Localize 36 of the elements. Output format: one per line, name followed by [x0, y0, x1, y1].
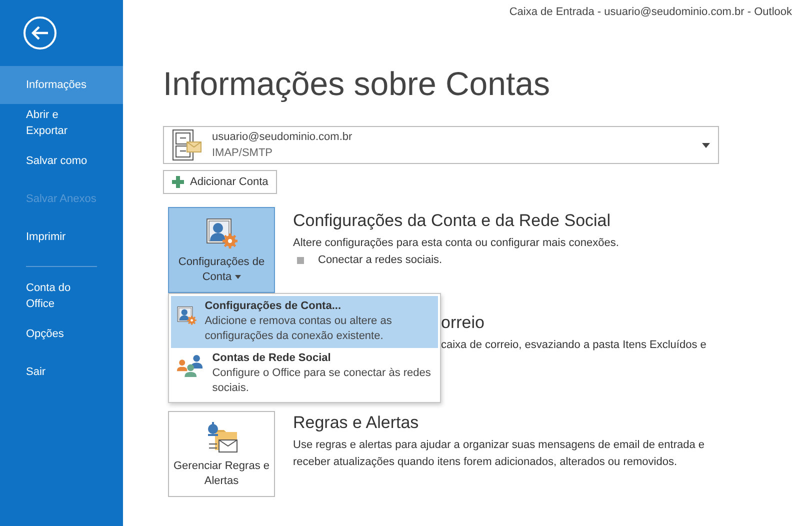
bullet-icon	[297, 256, 304, 264]
caret-icon	[234, 275, 241, 280]
caret-icon	[702, 142, 710, 148]
nav-item[interactable]: Abrir e Exportar	[0, 104, 123, 142]
bullet-link[interactable]: Conectar a redes sociais.	[318, 254, 442, 266]
add-account-button[interactable]: Adicionar Conta	[163, 170, 278, 194]
people-icon	[177, 352, 204, 380]
account-dropdown[interactable]: usuario@seudominio.com.br IMAP/SMTP	[163, 126, 719, 164]
menu-item-title: Contas de Rede Social	[212, 352, 332, 364]
menu-item-description: Adicione e remova contas ou altere as configurações da conexão existente.	[204, 314, 393, 344]
plus-icon	[172, 176, 184, 188]
section-title: Configurações da Conta e da Rede Social	[293, 211, 612, 231]
section-description: Altere configurações para esta conta ou configurar mais conexões.	[293, 236, 619, 251]
nav-item[interactable]: Opções	[0, 315, 123, 353]
section-description: caixa de correio, esvaziando a pasta Itens Excluídos e	[441, 338, 706, 353]
nav-item[interactable]: Informações	[0, 66, 123, 104]
nav-item[interactable]: Conta do Office	[0, 277, 123, 315]
section-button[interactable]: Gerenciar Regras e Alertas	[168, 411, 275, 497]
back-icon[interactable]	[23, 16, 57, 50]
section-description: Use regras e alertas para ajudar a organizar suas mensagens de email de entrada e receber atualizações quando itens forem adicionados, alterados ou removidos.	[293, 438, 706, 470]
window-title: Caixa de Entrada - usuario@seudominio.com.br - Outlook	[508, 5, 793, 20]
menu-item[interactable]: Contas de Rede Social Configure o Office para se conectar às redes sociais.	[171, 348, 438, 400]
section-title: orreio	[441, 313, 486, 333]
mailbox-icon	[172, 129, 202, 161]
nav-item[interactable]: Imprimir	[0, 218, 123, 256]
section-button[interactable]: Configurações de Conta	[168, 207, 275, 293]
account-type: IMAP/SMTP	[212, 147, 274, 159]
menu-item[interactable]: Configurações de Conta... Adicione e remova contas ou altere as configurações da conexão existente.	[171, 296, 438, 348]
page-heading: Informações sobre Contas	[163, 64, 552, 104]
section-title: Regras e Alertas	[293, 413, 420, 433]
account-email: usuario@seudominio.com.br	[212, 131, 354, 143]
menu-item-description: Configure o Office para se conectar às redes sociais.	[212, 366, 432, 396]
account-settings-icon	[206, 218, 238, 250]
menu-item-title: Configurações de Conta...	[204, 300, 342, 312]
nav-item[interactable]: Salvar como	[0, 142, 123, 180]
nav-item[interactable]: Sair	[0, 353, 123, 391]
